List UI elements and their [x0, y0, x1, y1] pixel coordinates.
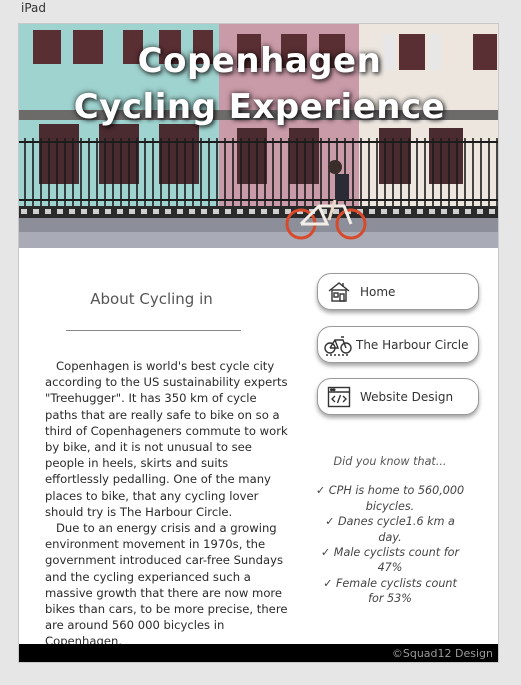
fact-item: ✓ Danes cycle1.6 km a day. [325, 515, 455, 544]
facts-panel: Did you know that... ✓ CPH is home to 56… [315, 454, 465, 607]
about-heading: About Cycling in [90, 290, 213, 308]
footer-copyright: ©Squad12 Design [391, 647, 493, 660]
code-window-icon [326, 384, 352, 410]
fact-item: ✓ Male cyclists count for 47% [320, 546, 460, 575]
harbour-circle-button-label: The Harbour Circle [356, 337, 469, 352]
fact-item: ✓ CPH is home to 560,000 bicycles. [315, 484, 465, 513]
device-label: iPad [21, 1, 47, 15]
facts-heading: Did you know that... [333, 455, 447, 468]
hero-title: Copenhagen Cycling Experience [19, 38, 498, 130]
home-button-label: Home [360, 284, 396, 299]
bicycle-icon [324, 332, 352, 358]
hero-title-line1: Copenhagen [137, 41, 382, 81]
page-frame: Copenhagen Cycling Experience About Cycl… [18, 23, 499, 663]
about-paragraph-1: Copenhagen is world's best cycle city ac… [45, 359, 288, 519]
website-design-button[interactable]: Website Design [317, 378, 479, 415]
fact-item: ✓ Female cyclists count for 53% [323, 576, 457, 606]
hero-banner: Copenhagen Cycling Experience [19, 24, 498, 248]
about-paragraph-2: Due to an energy crisis and a growing en… [45, 521, 288, 649]
website-design-button-label: Website Design [360, 389, 454, 404]
divider [66, 330, 241, 331]
about-text: Copenhagen is world's best cycle city ac… [45, 358, 291, 650]
harbour-circle-button[interactable]: The Harbour Circle [317, 326, 479, 363]
hero-title-line2: Cycling Experience [73, 87, 446, 127]
footer: ©Squad12 Design [19, 644, 498, 662]
house-icon [326, 279, 352, 305]
home-button[interactable]: Home [317, 273, 479, 310]
